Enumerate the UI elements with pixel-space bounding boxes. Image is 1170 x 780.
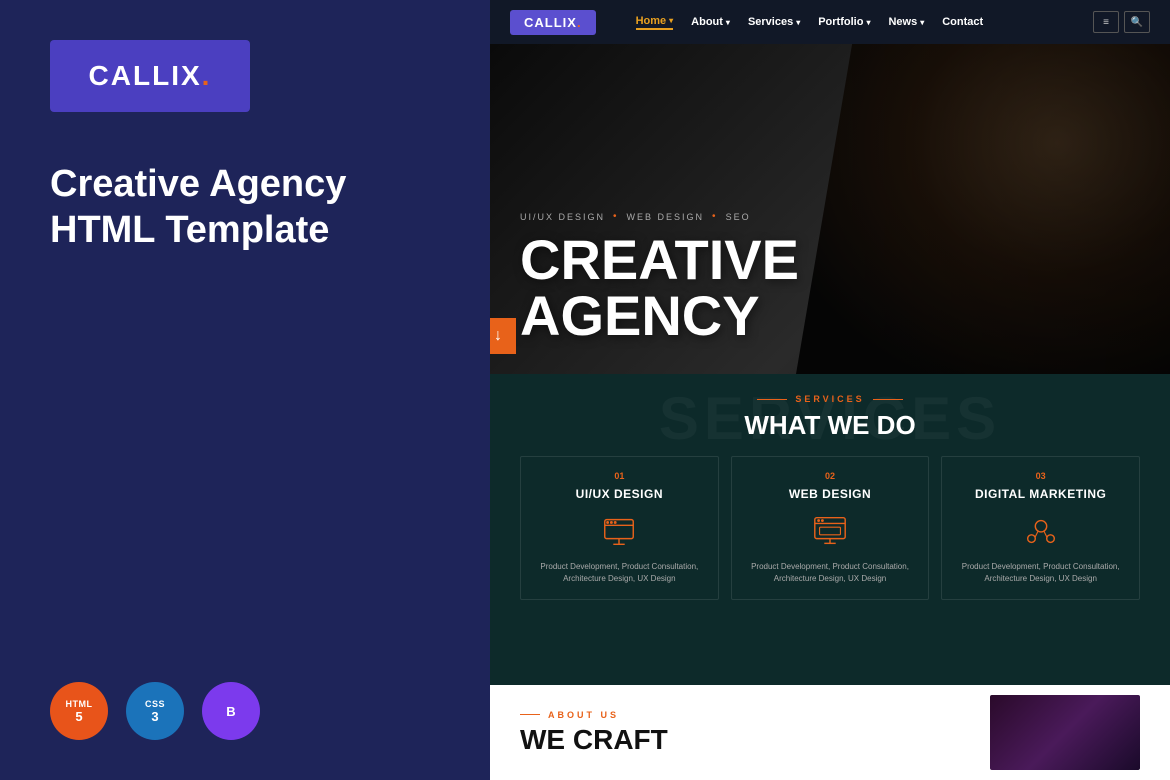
nav-links: Home ▾ About ▾ Services ▾ Portfolio ▾ Ne… xyxy=(636,15,984,30)
service-icon-marketing xyxy=(1021,511,1061,551)
service-name-2: WEB DESIGN xyxy=(744,487,917,501)
bootstrap-badge: B xyxy=(202,682,260,740)
nav-portfolio[interactable]: Portfolio ▾ xyxy=(818,16,870,28)
nav-news[interactable]: News ▾ xyxy=(888,16,924,28)
about-section: ABOUT US WE CRAFT xyxy=(490,685,1170,780)
nav-about[interactable]: About ▾ xyxy=(691,16,730,28)
about-title: WE CRAFT xyxy=(520,724,960,756)
service-num-2: 02 xyxy=(744,471,917,481)
about-text: ABOUT US WE CRAFT xyxy=(520,710,960,756)
services-title: WHAT WE DO xyxy=(520,410,1140,441)
hero-content: UI/UX DESIGN • WEB DESIGN • SEO CREATIVE… xyxy=(520,211,799,344)
services-section: SERVICES SERVICES WHAT WE DO 01 UI/UX DE… xyxy=(490,374,1170,685)
service-desc-3: Product Development, Product Consultatio… xyxy=(954,561,1127,585)
nav-contact[interactable]: Contact xyxy=(942,16,983,28)
service-card-3: 03 DIGITAL MARKETING Product Development… xyxy=(941,456,1140,600)
left-panel: CALLIX. Creative Agency HTML Template HT… xyxy=(0,0,490,780)
hero-title: CREATIVE AGENCY xyxy=(520,232,799,344)
hero-person-image xyxy=(796,44,1170,374)
hero-section: UI/UX DESIGN • WEB DESIGN • SEO CREATIVE… xyxy=(490,44,1170,374)
service-card-2: 02 WEB DESIGN Product Development, Produ… xyxy=(731,456,930,600)
scroll-indicator[interactable]: ↓ xyxy=(490,318,516,354)
service-icon-web xyxy=(810,511,850,551)
service-num-3: 03 xyxy=(954,471,1127,481)
about-label: ABOUT US xyxy=(520,710,960,720)
logo: CALLIX. xyxy=(89,60,212,92)
nav-search-btn[interactable]: 🔍 xyxy=(1124,11,1150,33)
hero-subtitle: UI/UX DESIGN • WEB DESIGN • SEO xyxy=(520,211,799,222)
services-cards: 01 UI/UX DESIGN Product Development, Pro… xyxy=(520,456,1140,600)
service-icon-uiux xyxy=(599,511,639,551)
navbar: CALLIX. Home ▾ About ▾ Services ▾ Portfo… xyxy=(490,0,1170,44)
nav-menu-btn[interactable]: ≡ xyxy=(1093,11,1119,33)
hero-background: UI/UX DESIGN • WEB DESIGN • SEO CREATIVE… xyxy=(490,44,1170,374)
nav-logo: CALLIX. xyxy=(510,10,596,35)
service-name-1: UI/UX DESIGN xyxy=(533,487,706,501)
nav-actions: ≡ 🔍 xyxy=(1093,11,1150,33)
html-badge: HTML 5 xyxy=(50,682,108,740)
service-num-1: 01 xyxy=(533,471,706,481)
css-badge: CSS 3 xyxy=(126,682,184,740)
service-name-3: DIGITAL MARKETING xyxy=(954,487,1127,501)
main-title: Creative Agency HTML Template xyxy=(50,162,440,253)
about-image xyxy=(990,695,1140,770)
nav-services[interactable]: Services ▾ xyxy=(748,16,800,28)
service-desc-1: Product Development, Product Consultatio… xyxy=(533,561,706,585)
nav-home[interactable]: Home ▾ xyxy=(636,15,674,30)
logo-box: CALLIX. xyxy=(50,40,250,112)
nav-logo-dot: . xyxy=(577,15,582,30)
services-header: SERVICES WHAT WE DO xyxy=(520,394,1140,441)
service-desc-2: Product Development, Product Consultatio… xyxy=(744,561,917,585)
services-label: SERVICES xyxy=(520,394,1140,404)
right-panel: CALLIX. Home ▾ About ▾ Services ▾ Portfo… xyxy=(490,0,1170,780)
service-card-1: 01 UI/UX DESIGN Product Development, Pro… xyxy=(520,456,719,600)
badges-row: HTML 5 CSS 3 B xyxy=(50,682,440,740)
